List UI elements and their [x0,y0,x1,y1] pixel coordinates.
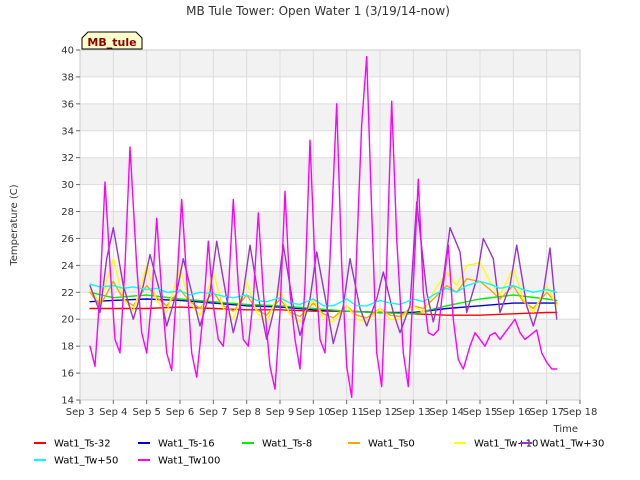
legend-label-wat1-ts-16: Wat1_Ts-16 [158,439,215,450]
y-tick-label: 22 [61,288,74,299]
legend: Wat1_Ts-32 Wat1_Ts-16 Wat1_Ts-8 Wat1_Ts0 Wat… [34,439,604,467]
legend-label-wat1-tw-30: Wat1_Tw+30 [540,439,604,450]
y-tick-label: 26 [61,234,74,245]
x-tick-label: Sep 13 [396,407,431,418]
y-tick-label: 24 [61,261,74,272]
x-tick-label: Sep 16 [496,407,531,418]
x-tick-label: Sep 10 [296,407,331,418]
plot-band [80,346,580,374]
temperature-line-chart: MB Tule Tower: Open Water 1 (3/19/14-now… [9,4,604,467]
plot-band [80,373,580,400]
x-tick-label: Sep 11 [329,407,364,418]
legend-label-wat1-ts0: Wat1_Ts0 [368,439,415,450]
legend-label-wat1-ts-32: Wat1_Ts-32 [54,439,111,450]
x-tick-label: Sep 17 [529,407,564,418]
y-tick-label: 30 [61,180,74,191]
plot-band [80,103,580,131]
plot-background-bands [80,50,580,400]
x-tick-label: Sep 5 [132,407,160,418]
y-tick-label: 38 [61,72,74,83]
y-tick-label: 20 [61,315,74,326]
y-tick-label: 18 [61,342,74,353]
x-tick-label: Sep 12 [363,407,398,418]
plot-band [80,130,580,158]
x-tick-label: Sep 8 [232,407,260,418]
legend-label-wat1-tw-50: Wat1_Tw+50 [54,456,118,467]
chart-container: MB Tule Tower: Open Water 1 (3/19/14-now… [0,0,640,480]
x-tick-label: Sep 3 [66,407,94,418]
plot-band [80,157,580,185]
y-tick-label: 36 [61,99,74,110]
x-tick-label: Sep 4 [99,407,127,418]
x-tick-label: Sep 7 [199,407,227,418]
y-tick-label: 40 [61,46,74,57]
station-badge: MB_tule [81,31,143,50]
y-tick-label: 28 [61,207,74,218]
legend-label-wat1-tw100: Wat1_Tw100 [158,456,220,467]
plot-band [80,76,580,104]
legend-label-wat1-ts-8: Wat1_Ts-8 [262,439,312,450]
x-tick-label: Sep 6 [166,407,194,418]
y-axis-label: Temperature (C) [9,184,20,266]
y-tick-label: 34 [61,126,74,137]
x-tick-label: Sep 14 [429,407,464,418]
y-tick-label: 14 [61,396,74,407]
x-axis-label: Time [553,424,578,435]
plot-band [80,50,580,77]
x-tick-label: Sep 18 [563,407,598,418]
chart-title: MB Tule Tower: Open Water 1 (3/19/14-now… [186,4,450,18]
x-axis-ticks: Sep 3 Sep 4 Sep 5 Sep 6 Sep 7 Sep 8 Sep 9 Sep 1… [66,400,598,418]
badge-label: MB_tule [87,36,136,49]
plot-band [80,184,580,212]
y-tick-label: 16 [61,369,74,380]
y-axis-ticks: 14 16 18 20 22 24 26 28 30 32 34 36 38 40 [61,46,80,407]
y-tick-label: 32 [61,153,74,164]
x-tick-label: Sep 15 [463,407,498,418]
x-tick-label: Sep 9 [266,407,294,418]
